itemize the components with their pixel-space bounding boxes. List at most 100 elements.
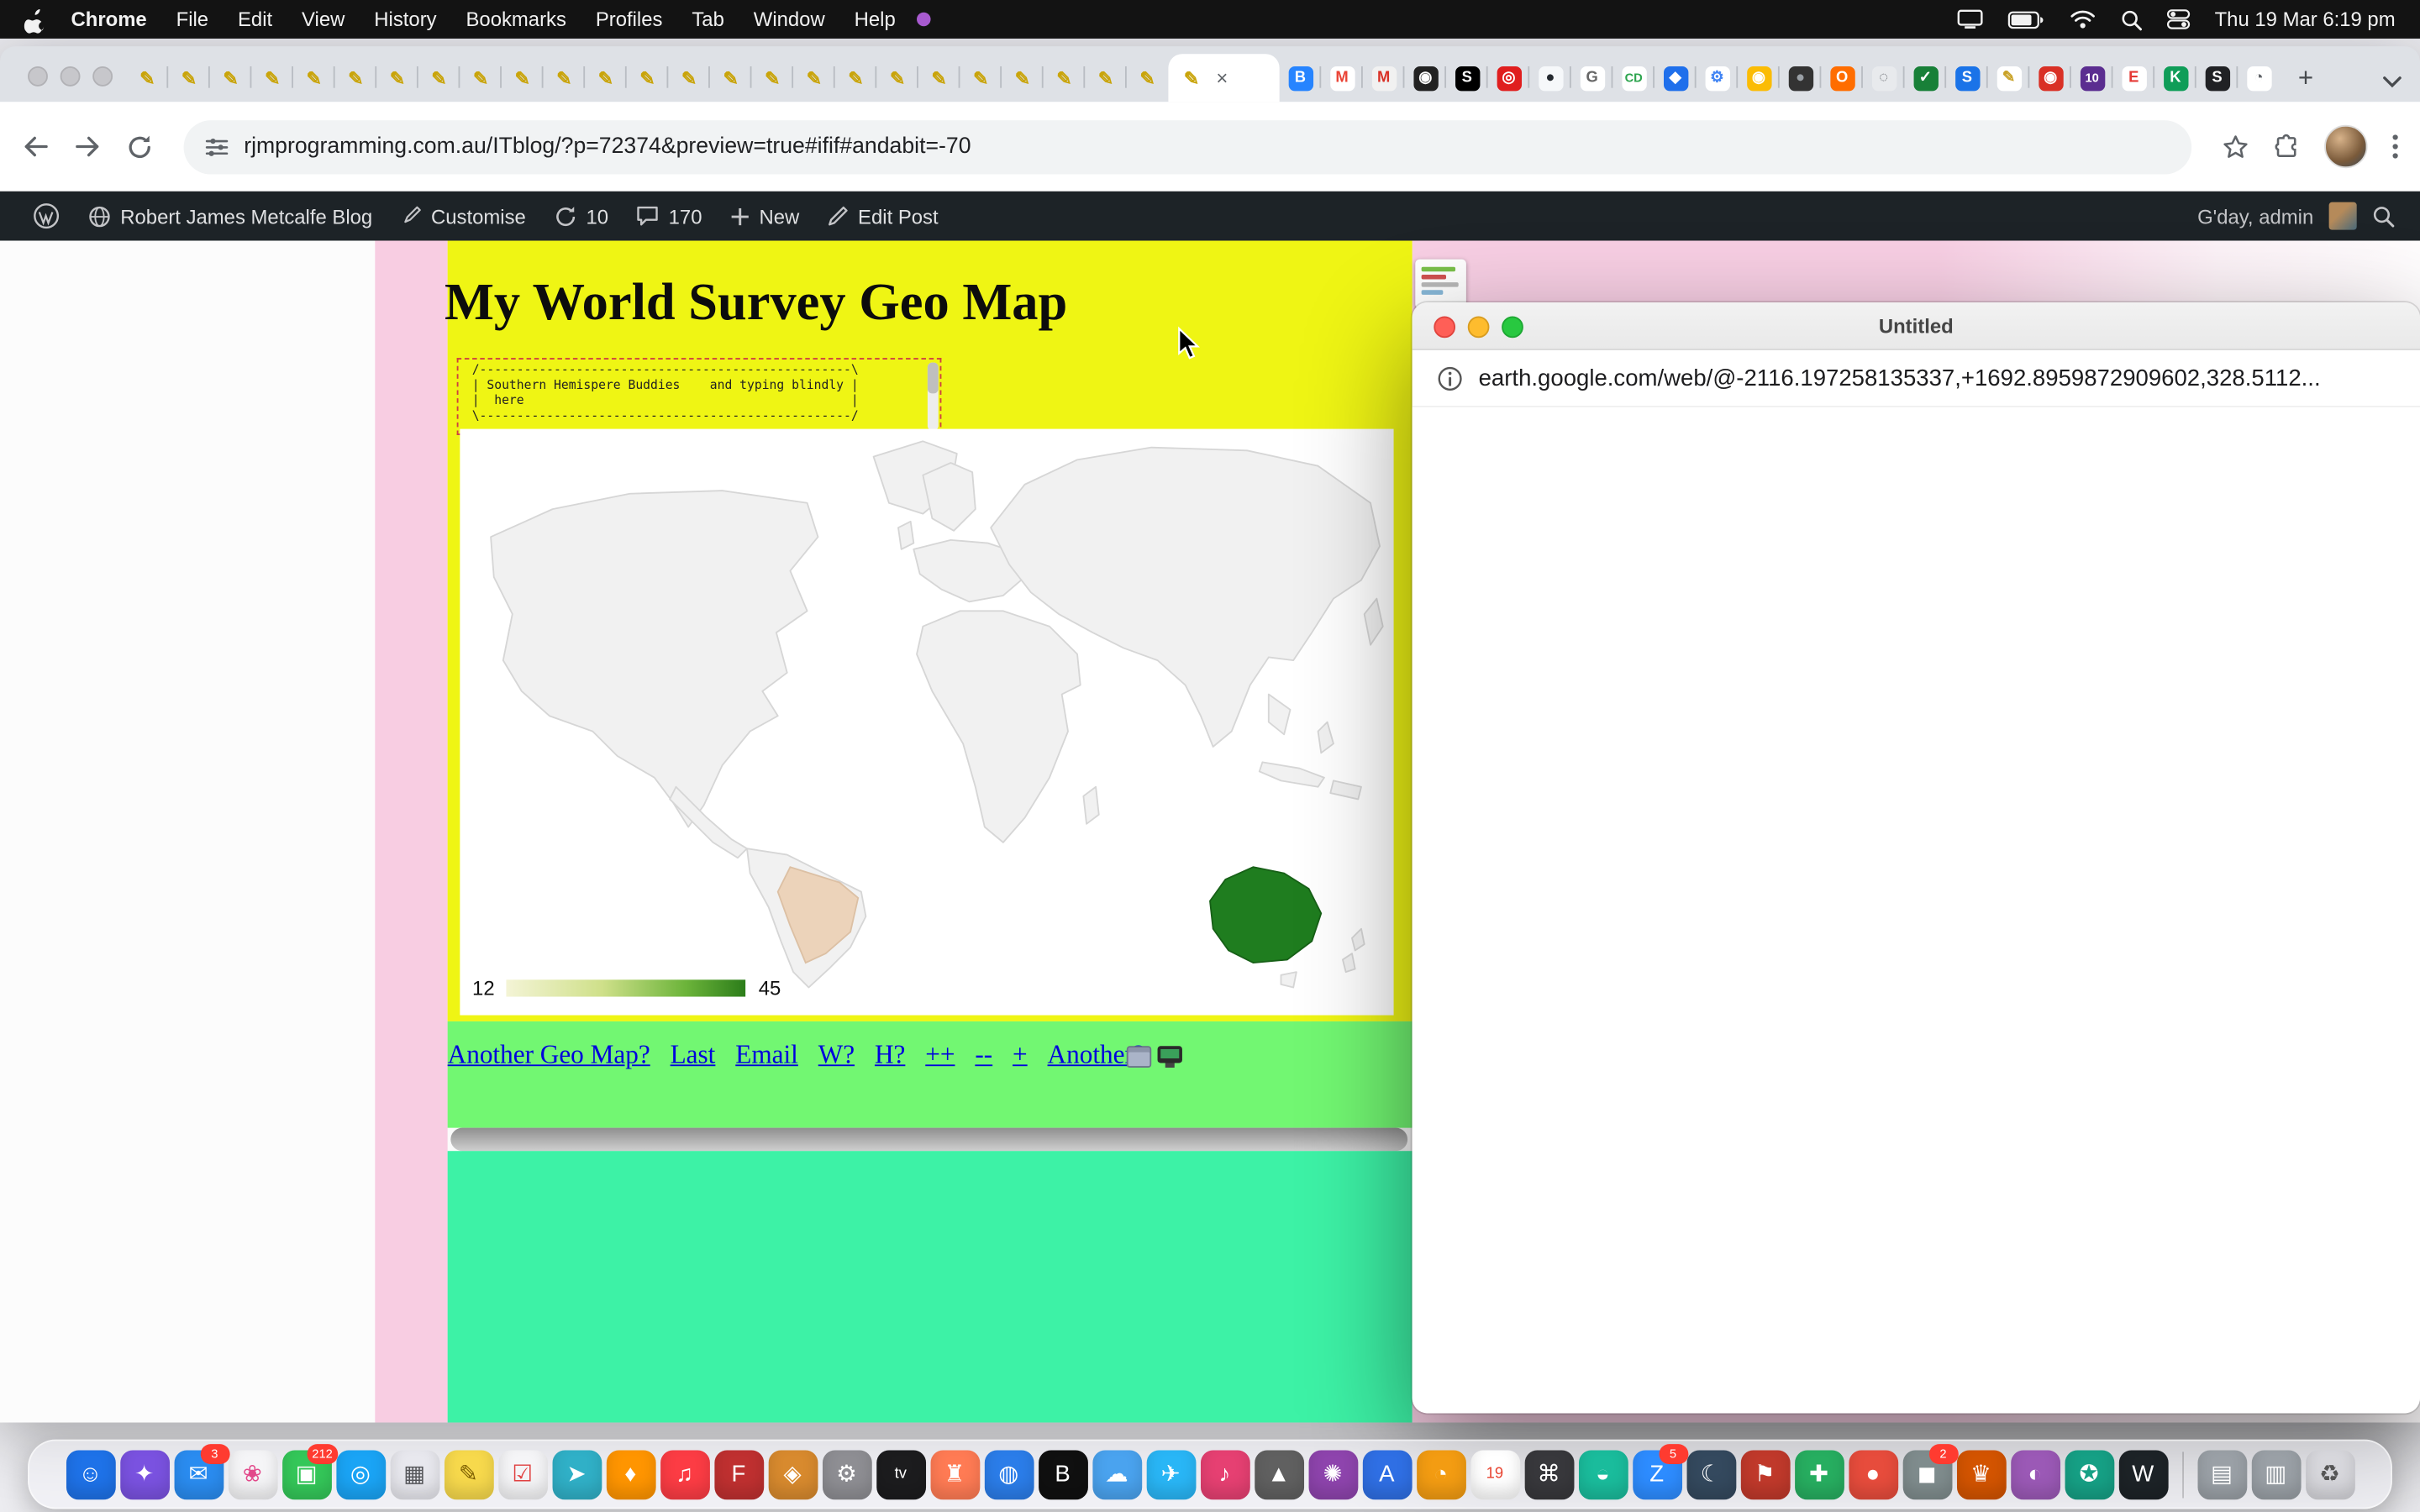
browser-tab[interactable]: ✎ — [793, 54, 835, 102]
dock-icon[interactable]: ✪ — [2065, 1450, 2114, 1499]
browser-tab[interactable]: M — [1321, 54, 1363, 102]
browser-tab[interactable]: S — [1946, 54, 1988, 102]
menu-file[interactable]: File — [176, 8, 208, 31]
dock-icon[interactable]: ♻ — [2305, 1450, 2354, 1499]
dock-icon[interactable]: ◒ — [1578, 1450, 1628, 1499]
dock-icon[interactable]: ◍ — [984, 1450, 1034, 1499]
browser-tab[interactable]: ✎ — [210, 54, 252, 102]
kebab-menu-icon[interactable] — [2392, 134, 2398, 159]
dock-icon[interactable]: ⚙ — [822, 1450, 871, 1499]
dock-icon[interactable]: ◎ — [335, 1450, 385, 1499]
browser-tab[interactable]: ✎ — [710, 54, 752, 102]
dock-icon[interactable]: ● — [1848, 1450, 1897, 1499]
menu-edit[interactable]: Edit — [238, 8, 272, 31]
browser-tab[interactable]: ◎ — [1488, 54, 1530, 102]
browser-tab[interactable]: ✎ — [1085, 54, 1127, 102]
dock-icon[interactable]: W — [2118, 1450, 2168, 1499]
info-box-icon[interactable] — [1127, 1046, 1151, 1068]
dock-icon[interactable]: ✉3 — [174, 1450, 224, 1499]
content-link[interactable]: Another Geo Map? — [448, 1040, 650, 1071]
reload-button[interactable] — [127, 134, 153, 160]
dock-icon[interactable]: ☁ — [1092, 1450, 1141, 1499]
browser-tab[interactable]: ✓ — [1905, 54, 1947, 102]
browser-tab[interactable]: CD — [1612, 54, 1655, 102]
textarea-scrollbar[interactable] — [928, 363, 939, 431]
browser-tab[interactable]: K — [2154, 54, 2196, 102]
menu-window[interactable]: Window — [754, 8, 825, 31]
dock-icon[interactable]: ♛ — [1956, 1450, 2006, 1499]
dock-icon[interactable]: A — [1362, 1450, 1412, 1499]
window-close-button[interactable] — [1434, 317, 1455, 339]
browser-tab[interactable]: ● — [1529, 54, 1571, 102]
browser-tab[interactable]: ◉ — [2029, 54, 2071, 102]
control-center-icon[interactable] — [2167, 9, 2191, 29]
content-link[interactable]: W? — [818, 1040, 855, 1071]
browser-tab[interactable]: ✎ — [1988, 54, 2030, 102]
dock-icon[interactable]: B — [1038, 1450, 1087, 1499]
dock-icon[interactable]: tv — [876, 1450, 925, 1499]
wp-comments[interactable]: 170 — [623, 192, 716, 241]
browser-tab[interactable]: ✎ — [918, 54, 960, 102]
window-minimize-button[interactable] — [60, 66, 81, 87]
wp-search-icon[interactable] — [2372, 204, 2396, 228]
browser-tab[interactable]: ✎ — [1002, 54, 1044, 102]
url-text[interactable]: rjmprogramming.com.au/ITblog/?p=72374&pr… — [244, 134, 971, 159]
browser-tab[interactable]: ◆ — [1655, 54, 1697, 102]
untitled-title-bar[interactable]: Untitled — [1413, 302, 2420, 350]
browser-tab[interactable]: ✎ — [335, 54, 377, 102]
dock-icon[interactable]: ❀ — [228, 1450, 277, 1499]
browser-tab[interactable]: ✎ — [835, 54, 877, 102]
info-icon[interactable] — [1437, 365, 1463, 391]
apple-logo-icon[interactable] — [24, 7, 46, 31]
dock-icon[interactable]: ◈ — [768, 1450, 818, 1499]
browser-tab[interactable]: M — [1363, 54, 1405, 102]
untitled-url-text[interactable]: earth.google.com/web/@-2116.197258135337… — [1479, 365, 2321, 391]
battery-icon[interactable] — [2007, 10, 2044, 29]
menu-chrome[interactable]: Chrome — [71, 8, 146, 31]
back-button[interactable] — [22, 134, 50, 159]
dock-icon[interactable]: ☑ — [497, 1450, 547, 1499]
browser-tab[interactable]: ✎ — [127, 54, 169, 102]
new-tab-button[interactable]: + — [2292, 65, 2320, 91]
browser-tab[interactable]: S — [1446, 54, 1488, 102]
browser-tab[interactable]: ✎ — [627, 54, 669, 102]
dock-icon[interactable]: ♪ — [1200, 1450, 1249, 1499]
wifi-icon[interactable] — [2070, 9, 2096, 29]
dock-icon[interactable]: ♫ — [660, 1450, 709, 1499]
wp-updates[interactable]: 10 — [539, 192, 622, 241]
content-link[interactable]: Email — [735, 1040, 798, 1071]
address-bar[interactable]: rjmprogramming.com.au/ITblog/?p=72374&pr… — [184, 119, 2192, 173]
wp-site-menu[interactable]: Robert James Metcalfe Blog — [74, 192, 387, 241]
dock-icon[interactable]: 19 — [1470, 1450, 1519, 1499]
wp-admin-avatar[interactable] — [2329, 202, 2357, 230]
dock-icon[interactable]: Z5 — [1632, 1450, 1681, 1499]
dock-icon[interactable]: ✺ — [1308, 1450, 1358, 1499]
browser-tab[interactable]: ✎ — [960, 54, 1002, 102]
window-close-button[interactable] — [28, 66, 48, 87]
dock-icon[interactable]: ☾ — [1686, 1450, 1736, 1499]
browser-tab[interactable]: ✎ — [251, 54, 293, 102]
browser-tab[interactable]: ✎ — [418, 54, 460, 102]
browser-tab-active[interactable]: ✎× — [1168, 54, 1279, 102]
content-link[interactable]: + — [1013, 1040, 1028, 1071]
screen-mirroring-icon[interactable] — [1957, 9, 1983, 29]
dock-icon[interactable]: ✈ — [1146, 1450, 1196, 1499]
browser-tab[interactable]: ◉ — [1404, 54, 1446, 102]
profile-avatar[interactable] — [2324, 125, 2367, 168]
world-map[interactable] — [460, 429, 1393, 1016]
browser-tab[interactable]: ◔ — [2238, 54, 2280, 102]
content-link[interactable]: -- — [975, 1040, 992, 1071]
content-link[interactable]: ++ — [925, 1040, 955, 1071]
browser-tab[interactable]: ● — [1780, 54, 1822, 102]
dock-icon[interactable]: ◔ — [1416, 1450, 1465, 1499]
dock-icon[interactable]: F — [713, 1450, 763, 1499]
dock-icon[interactable]: ⚑ — [1740, 1450, 1790, 1499]
dock-icon[interactable]: ◐ — [2010, 1450, 2060, 1499]
horizontal-scrollbar[interactable] — [450, 1128, 1407, 1152]
browser-tab[interactable]: G — [1571, 54, 1613, 102]
browser-tab[interactable]: ✎ — [293, 54, 335, 102]
tab-search-chevron-icon[interactable] — [2383, 68, 2402, 96]
wp-new-button[interactable]: New — [716, 192, 813, 241]
browser-tab[interactable]: ✎ — [376, 54, 418, 102]
window-zoom-button[interactable] — [1502, 317, 1523, 339]
